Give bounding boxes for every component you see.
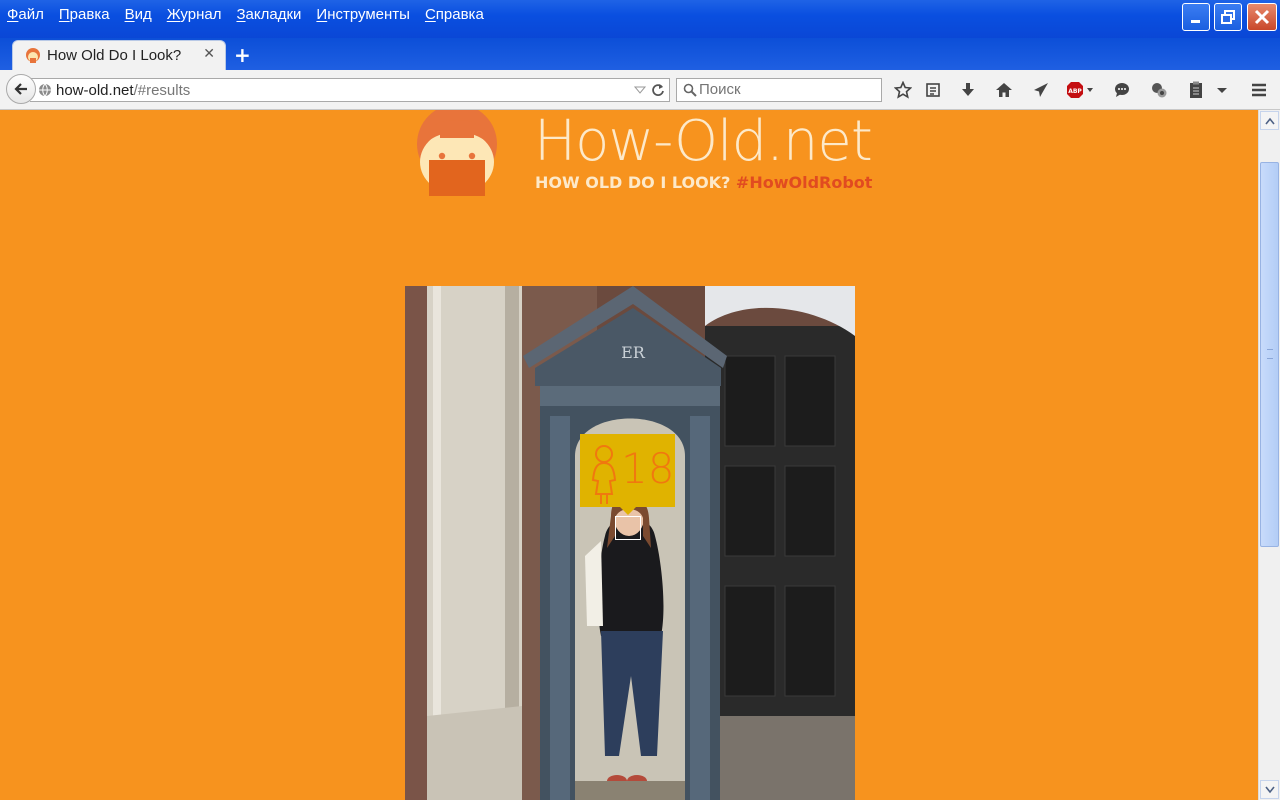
downloads-button[interactable]: [957, 80, 979, 100]
url-bar[interactable]: how-old.net/#results: [30, 78, 670, 102]
minimize-icon: [1191, 20, 1200, 23]
page-content: How-Old.net HOW OLD DO I LOOK? #HowOldRo…: [0, 110, 1258, 800]
chevron-up-icon: [1264, 117, 1275, 124]
hashtag-link[interactable]: #HowOldRobot: [736, 173, 873, 192]
menu-bookmarks[interactable]: Закладки: [236, 6, 301, 23]
overflow-menu-button[interactable]: [1213, 80, 1231, 100]
how-old-favicon-icon: [26, 48, 40, 63]
svg-text:ER: ER: [621, 343, 646, 362]
scroll-grip: [1267, 349, 1273, 359]
star-icon: [894, 81, 912, 99]
download-icon: [962, 83, 974, 96]
scroll-up-button[interactable]: [1260, 111, 1279, 130]
age-badge-pointer: [620, 507, 636, 515]
chat-icon: [1115, 83, 1129, 97]
url-dropdown-icon[interactable]: [634, 84, 646, 96]
arrow-left-icon: [14, 83, 27, 95]
clipboard-icon: [1190, 81, 1202, 98]
search-bar[interactable]: [676, 78, 882, 102]
bookmark-star-button[interactable]: [892, 80, 914, 100]
adblock-button[interactable]: ABP: [1066, 80, 1096, 100]
tagline: HOW OLD DO I LOOK? #HowOldRobot: [535, 173, 872, 192]
scroll-down-button[interactable]: [1260, 780, 1279, 799]
send-icon: [1034, 83, 1048, 97]
menu-file[interactable]: Файл: [7, 6, 44, 23]
chevron-down-icon: [1264, 786, 1275, 793]
globe-icon: [39, 83, 51, 97]
send-button[interactable]: [1030, 80, 1052, 100]
tab-how-old[interactable]: How Old Do I Look? ✕: [12, 40, 226, 70]
age-badge: 18: [580, 434, 675, 507]
menu-history[interactable]: Журнал: [167, 6, 222, 23]
menu-tools[interactable]: Инструменты: [316, 6, 410, 23]
url-path: /#results: [133, 82, 191, 99]
chat-button[interactable]: [1111, 80, 1133, 100]
menu-help[interactable]: Справка: [425, 6, 484, 23]
restore-button[interactable]: [1214, 3, 1242, 31]
scroll-thumb[interactable]: [1260, 162, 1279, 547]
home-button[interactable]: [993, 80, 1015, 100]
search-icon: [683, 83, 697, 97]
extension-icon: [1152, 83, 1167, 98]
tab-strip: How Old Do I Look? ✕ +: [0, 38, 1280, 70]
tagline-text: HOW OLD DO I LOOK?: [535, 173, 731, 192]
navigation-bar: how-old.net/#results ABP: [0, 70, 1280, 110]
title-bar: Файл Правка Вид Журнал Закладки Инструме…: [0, 0, 1280, 38]
reading-list-button[interactable]: [922, 80, 944, 100]
clipboard-button[interactable]: [1185, 80, 1207, 100]
robot-logo-icon: [417, 110, 497, 196]
reload-icon[interactable]: [650, 82, 666, 98]
close-window-button[interactable]: [1247, 3, 1277, 31]
hamburger-menu-icon: [1252, 83, 1266, 97]
url-domain: how-old.net: [56, 82, 134, 99]
uploaded-photo: ER: [405, 286, 855, 800]
restore-icon: [1221, 10, 1235, 24]
minimize-button[interactable]: [1182, 3, 1210, 31]
svg-text:ABP: ABP: [1068, 88, 1082, 95]
overflow-chevron-icon: [1217, 88, 1227, 93]
menu-bar: Файл Правка Вид Журнал Закладки Инструме…: [0, 0, 492, 28]
age-value: 18: [621, 444, 675, 493]
url-text: how-old.net/#results: [56, 82, 190, 99]
site-title: How-Old.net: [534, 110, 873, 174]
extension-button[interactable]: [1148, 80, 1170, 100]
tab-title: How Old Do I Look?: [47, 47, 182, 64]
home-icon: [996, 83, 1012, 97]
new-tab-button[interactable]: +: [234, 43, 251, 67]
search-input[interactable]: [699, 81, 869, 98]
menu-view[interactable]: Вид: [125, 6, 152, 23]
menu-edit[interactable]: Правка: [59, 6, 110, 23]
female-icon: [591, 445, 617, 504]
tab-close-icon[interactable]: ✕: [203, 46, 215, 62]
reading-list-icon: [926, 83, 940, 97]
vertical-scrollbar[interactable]: [1258, 110, 1280, 800]
adblock-icon: ABP: [1067, 82, 1093, 98]
back-button[interactable]: [6, 74, 36, 104]
face-detection-box: [615, 516, 641, 540]
close-icon: [1254, 9, 1270, 25]
main-menu-button[interactable]: [1248, 80, 1270, 100]
